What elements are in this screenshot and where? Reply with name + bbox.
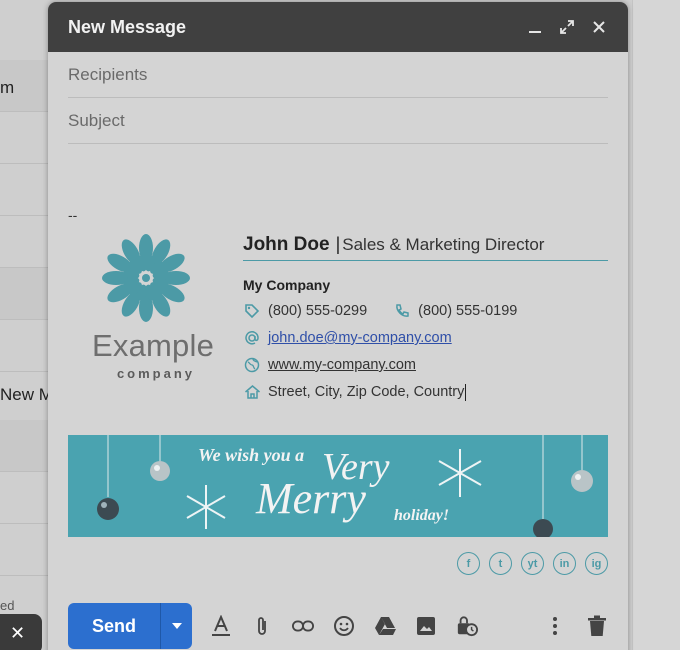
- subject-placeholder: Subject: [68, 110, 125, 130]
- twitter-icon[interactable]: t: [489, 552, 512, 575]
- phone-row: (800) 555-0299 (800) 555-0199: [243, 302, 608, 320]
- send-button[interactable]: Send: [68, 616, 160, 637]
- trash-icon[interactable]: [586, 615, 608, 637]
- recipients-field[interactable]: Recipients: [68, 52, 608, 98]
- send-button-group: Send: [68, 603, 192, 649]
- list-item[interactable]: [0, 420, 50, 472]
- social-links: f t yt in ig: [457, 552, 608, 575]
- lock-clock-icon[interactable]: [456, 615, 478, 637]
- list-item[interactable]: [0, 320, 50, 372]
- recipients-placeholder: Recipients: [68, 64, 148, 84]
- signature-company: My Company: [243, 277, 331, 293]
- fullscreen-icon[interactable]: [558, 18, 576, 36]
- list-item-text: m: [0, 78, 15, 97]
- list-item[interactable]: [0, 112, 50, 164]
- minimized-draft[interactable]: ✕: [0, 614, 42, 650]
- text-format-icon[interactable]: [210, 615, 232, 637]
- youtube-icon[interactable]: yt: [521, 552, 544, 575]
- compose-window: New Message Recipients Subject -- Exampl…: [48, 2, 628, 650]
- company-logo: Example company: [92, 232, 215, 381]
- close-icon[interactable]: ✕: [10, 623, 25, 643]
- home-icon: [243, 383, 261, 401]
- minimize-icon[interactable]: [526, 18, 544, 36]
- email-link[interactable]: john.doe@my-company.com: [268, 330, 452, 346]
- email-row: john.doe@my-company.com: [243, 329, 608, 347]
- tag-icon: [243, 302, 261, 320]
- holiday-banner: We wish you a Very Merry holiday!: [68, 435, 608, 537]
- list-item-text: ed: [0, 598, 15, 613]
- linkedin-icon[interactable]: in: [553, 552, 576, 575]
- send-options-button[interactable]: [160, 603, 192, 649]
- website-row: www.my-company.com: [243, 356, 608, 374]
- phone-2[interactable]: (800) 555-0199: [418, 303, 517, 319]
- banner-line-4: holiday!: [394, 507, 450, 524]
- list-item[interactable]: [0, 268, 50, 320]
- instagram-icon[interactable]: ig: [585, 552, 608, 575]
- address-row: Street, City, Zip Code, Country: [243, 383, 608, 401]
- logo-name: Example: [92, 328, 215, 363]
- website-link[interactable]: www.my-company.com: [268, 357, 416, 373]
- banner-line-3: Merry: [256, 474, 366, 523]
- signature-divider: |: [335, 234, 341, 254]
- logo-subtitle: company: [116, 366, 196, 381]
- photo-icon[interactable]: [415, 615, 437, 637]
- more-options-icon[interactable]: [544, 615, 566, 637]
- drive-icon[interactable]: [374, 615, 396, 637]
- text-cursor: [465, 383, 467, 401]
- signature-name: John Doe: [243, 234, 330, 255]
- facebook-icon[interactable]: f: [457, 552, 480, 575]
- list-item[interactable]: [0, 472, 50, 524]
- chevron-down-icon: [171, 623, 182, 629]
- signature-header: John Doe | Sales & Marketing Director: [243, 234, 608, 261]
- phone-1[interactable]: (800) 555-0299: [268, 303, 367, 319]
- at-icon: [243, 329, 261, 347]
- emoji-icon[interactable]: [333, 615, 355, 637]
- flower-logo-icon: [102, 234, 190, 322]
- subject-field[interactable]: Subject: [68, 98, 608, 144]
- compose-titlebar[interactable]: New Message: [48, 2, 628, 52]
- close-icon[interactable]: [590, 18, 608, 36]
- compose-title: New Message: [68, 16, 187, 37]
- right-panel: [632, 0, 680, 650]
- banner-line-1: We wish you a: [198, 445, 305, 465]
- inbox-background: m New M ed: [0, 0, 53, 650]
- signature-separator: --: [68, 207, 78, 223]
- phone-icon: [393, 302, 411, 320]
- globe-icon: [243, 356, 261, 374]
- list-item[interactable]: [0, 524, 50, 576]
- list-item[interactable]: [0, 216, 50, 268]
- signature-role: Sales & Marketing Director: [342, 235, 545, 254]
- attach-icon[interactable]: [251, 615, 273, 637]
- list-item-text: New M: [0, 385, 53, 404]
- list-item[interactable]: [0, 164, 50, 216]
- link-icon[interactable]: [292, 615, 314, 637]
- address-text: Street, City, Zip Code, Country: [268, 384, 465, 400]
- compose-toolbar: Send: [68, 602, 608, 650]
- email-signature[interactable]: John Doe | Sales & Marketing Director My…: [243, 234, 608, 401]
